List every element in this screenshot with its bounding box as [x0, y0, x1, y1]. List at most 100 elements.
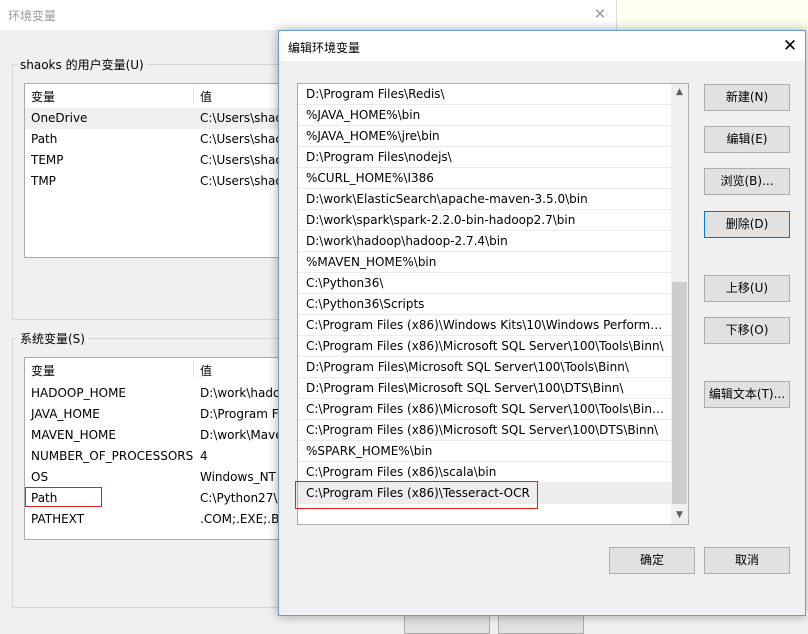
path-entry-row[interactable]: C:\Program Files (x86)\Microsoft SQL Ser… — [298, 420, 671, 441]
path-entry-text: C:\Program Files (x86)\Microsoft SQL Ser… — [306, 423, 659, 437]
path-entry-text: D:\work\ElasticSearch\apache-maven-3.5.0… — [306, 192, 588, 206]
var-value: .COM;.EXE;.BA — [200, 512, 288, 526]
path-entry-text: D:\work\hadoop\hadoop-2.7.4\bin — [306, 234, 508, 248]
new-button[interactable]: 新建(N) — [704, 84, 790, 111]
var-name: OS — [31, 470, 49, 484]
browse-button[interactable]: 浏览(B)... — [704, 168, 790, 195]
path-entry-row[interactable]: D:\work\spark\spark-2.2.0-bin-hadoop2.7\… — [298, 210, 671, 231]
var-value: C:\Python27\; — [200, 491, 282, 505]
path-entry-row[interactable]: D:\Program Files\nodejs\ — [298, 147, 671, 168]
header-variable[interactable]: 变量 — [31, 362, 55, 379]
window-title: 环境变量 — [8, 9, 57, 23]
path-entry-row[interactable]: C:\Program Files (x86)\scala\bin — [298, 462, 671, 483]
vertical-scrollbar[interactable]: ▲ ▼ — [671, 84, 688, 524]
var-name: TMP — [31, 174, 56, 188]
path-entry-text: %MAVEN_HOME%\bin — [306, 255, 437, 269]
dialog-titlebar: 编辑环境变量 ✕ — [279, 31, 805, 61]
path-entry-row[interactable]: C:\Program Files (x86)\Microsoft SQL Ser… — [298, 336, 671, 357]
user-variables-list[interactable]: 变量 值 OneDrive C:\Users\shao Path C:\User… — [24, 83, 314, 258]
list-header: 变量 值 — [25, 358, 313, 380]
path-entries-list[interactable]: D:\Program Files\Redis\ %JAVA_HOME%\bin %J… — [297, 83, 689, 525]
list-row[interactable]: OneDrive C:\Users\shao — [25, 108, 313, 129]
path-entry-text: %CURL_HOME%\I386 — [306, 171, 434, 185]
cancel-button[interactable]: 取消 — [704, 547, 790, 574]
close-icon[interactable]: ✕ — [779, 35, 801, 57]
list-row[interactable]: TMP C:\Users\shao — [25, 171, 313, 192]
dialog-title: 编辑环境变量 — [288, 41, 361, 55]
window-titlebar: 环境变量 ✕ — [0, 0, 616, 30]
list-row[interactable]: MAVEN_HOME D:\work\Mave — [25, 425, 313, 446]
column-separator — [193, 360, 194, 378]
path-entry-row[interactable]: D:\Program Files\Redis\ — [298, 84, 671, 105]
edit-environment-variable-dialog: 编辑环境变量 ✕ D:\Program Files\Redis\ %JAVA_HO… — [278, 30, 806, 616]
scroll-up-arrow-icon[interactable]: ▲ — [671, 84, 688, 101]
path-entry-text: %SPARK_HOME%\bin — [306, 444, 433, 458]
var-name: OneDrive — [31, 111, 88, 125]
var-value: D:\work\hado — [200, 386, 281, 400]
path-entry-text: D:\Program Files\Redis\ — [306, 87, 445, 101]
var-name: NUMBER_OF_PROCESSORS — [31, 449, 194, 463]
var-name: Path — [31, 132, 58, 146]
header-value[interactable]: 值 — [200, 88, 212, 105]
path-entry-text: D:\Program Files\nodejs\ — [306, 150, 452, 164]
scroll-down-arrow-icon[interactable]: ▼ — [671, 507, 688, 524]
path-entry-text: D:\work\spark\spark-2.2.0-bin-hadoop2.7\… — [306, 213, 576, 227]
path-entry-row[interactable]: D:\Program Files\Microsoft SQL Server\10… — [298, 357, 671, 378]
var-name: HADOOP_HOME — [31, 386, 127, 400]
move-down-button[interactable]: 下移(O) — [704, 317, 790, 344]
path-entry-text: C:\Program Files (x86)\scala\bin — [306, 465, 497, 479]
close-icon[interactable]: ✕ — [592, 6, 608, 22]
path-entry-row[interactable]: D:\work\ElasticSearch\apache-maven-3.5.0… — [298, 189, 671, 210]
path-entry-row[interactable]: %JAVA_HOME%\jre\bin — [298, 126, 671, 147]
path-entry-row[interactable]: %SPARK_HOME%\bin — [298, 441, 671, 462]
path-entry-row[interactable]: C:\Program Files (x86)\Microsoft SQL Ser… — [298, 399, 671, 420]
tesseract-highlight-box — [295, 481, 538, 509]
var-name: PATHEXT — [31, 512, 85, 526]
path-entry-row[interactable]: C:\Program Files (x86)\Windows Kits\10\W… — [298, 315, 671, 336]
var-value: C:\Users\shao — [200, 132, 283, 146]
path-entry-row[interactable]: %JAVA_HOME%\bin — [298, 105, 671, 126]
var-value: D:\Program F — [200, 407, 279, 421]
list-row[interactable]: NUMBER_OF_PROCESSORS 4 — [25, 446, 313, 467]
var-value: Windows_NT — [200, 470, 276, 484]
header-value[interactable]: 值 — [200, 362, 212, 379]
header-variable[interactable]: 变量 — [31, 88, 55, 105]
list-header: 变量 值 — [25, 84, 313, 106]
move-up-button[interactable]: 上移(U) — [704, 275, 790, 302]
path-entry-text: %JAVA_HOME%\bin — [306, 108, 421, 122]
edit-button[interactable]: 编辑(E) — [704, 126, 790, 153]
background-editor-area — [616, 0, 808, 32]
list-row[interactable]: TEMP C:\Users\shao — [25, 150, 313, 171]
user-variables-label: shaoks 的用户变量(U) — [17, 56, 147, 73]
list-row[interactable]: PATHEXT .COM;.EXE;.BA — [25, 509, 313, 530]
list-row[interactable]: JAVA_HOME D:\Program F — [25, 404, 313, 425]
path-entry-text: C:\Program Files (x86)\Microsoft SQL Ser… — [306, 402, 668, 416]
path-entry-row[interactable]: D:\Program Files\Microsoft SQL Server\10… — [298, 378, 671, 399]
path-entry-row[interactable]: %CURL_HOME%\I386 — [298, 168, 671, 189]
var-value: C:\Users\shao — [200, 153, 283, 167]
column-separator — [193, 86, 194, 104]
path-highlight-box — [25, 487, 102, 507]
list-row[interactable]: Path C:\Users\shao — [25, 129, 313, 150]
list-row[interactable]: OS Windows_NT — [25, 467, 313, 488]
system-variables-label: 系统变量(S) — [17, 330, 88, 347]
path-entry-row[interactable]: C:\Python36\ — [298, 273, 671, 294]
scroll-thumb[interactable] — [672, 282, 687, 504]
ok-button[interactable]: 确定 — [609, 547, 695, 574]
path-entry-text: C:\Python36\ — [306, 276, 384, 290]
path-entry-row[interactable]: C:\Python36\Scripts — [298, 294, 671, 315]
system-variables-list[interactable]: 变量 值 HADOOP_HOME D:\work\hado JAVA_HOME … — [24, 357, 314, 540]
edit-text-button[interactable]: 编辑文本(T)... — [704, 381, 790, 408]
delete-button[interactable]: 删除(D) — [704, 211, 790, 238]
path-entry-text: C:\Program Files (x86)\Microsoft SQL Ser… — [306, 339, 664, 353]
var-value: C:\Users\shao — [200, 111, 283, 125]
var-name: MAVEN_HOME — [31, 428, 116, 442]
list-row[interactable]: HADOOP_HOME D:\work\hado — [25, 383, 313, 404]
var-name: JAVA_HOME — [31, 407, 100, 421]
var-name: TEMP — [31, 153, 64, 167]
var-value: C:\Users\shao — [200, 174, 283, 188]
path-entry-row[interactable]: %MAVEN_HOME%\bin — [298, 252, 671, 273]
path-entry-text: D:\Program Files\Microsoft SQL Server\10… — [306, 360, 629, 374]
path-entry-text: C:\Program Files (x86)\Windows Kits\10\W… — [306, 318, 668, 332]
path-entry-row[interactable]: D:\work\hadoop\hadoop-2.7.4\bin — [298, 231, 671, 252]
